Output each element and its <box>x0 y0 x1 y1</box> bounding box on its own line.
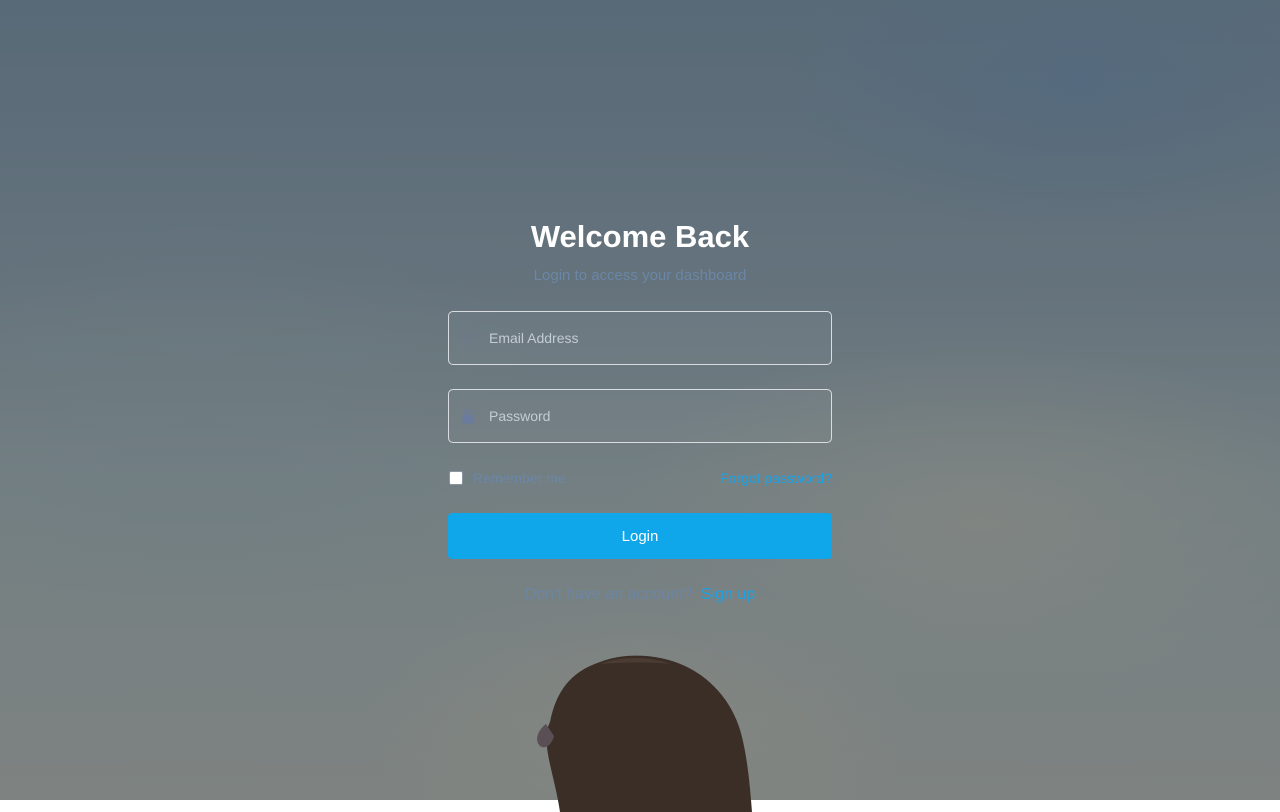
login-form: Welcome Back Login to access your dashbo… <box>448 215 832 606</box>
page-title: Welcome Back <box>448 215 832 259</box>
login-options: Remember me Forgot password? <box>448 469 832 487</box>
signup-prompt: Don't have an account? <box>525 586 693 603</box>
signup-prompt-row: Don't have an account? Sign up <box>448 584 832 606</box>
person-silhouette <box>530 652 752 812</box>
page-subtitle: Login to access your dashboard <box>448 265 832 287</box>
password-field <box>448 389 832 443</box>
remember-me[interactable]: Remember me <box>448 470 566 486</box>
sign-up-link[interactable]: Sign up <box>701 586 755 603</box>
forgot-password-link[interactable]: Forgot password? <box>720 470 832 486</box>
remember-me-label: Remember me <box>473 470 566 486</box>
remember-me-checkbox[interactable] <box>449 471 463 485</box>
email-input[interactable] <box>449 312 831 364</box>
email-field <box>448 311 832 365</box>
password-input[interactable] <box>449 390 831 442</box>
login-button[interactable]: Login <box>448 513 832 559</box>
